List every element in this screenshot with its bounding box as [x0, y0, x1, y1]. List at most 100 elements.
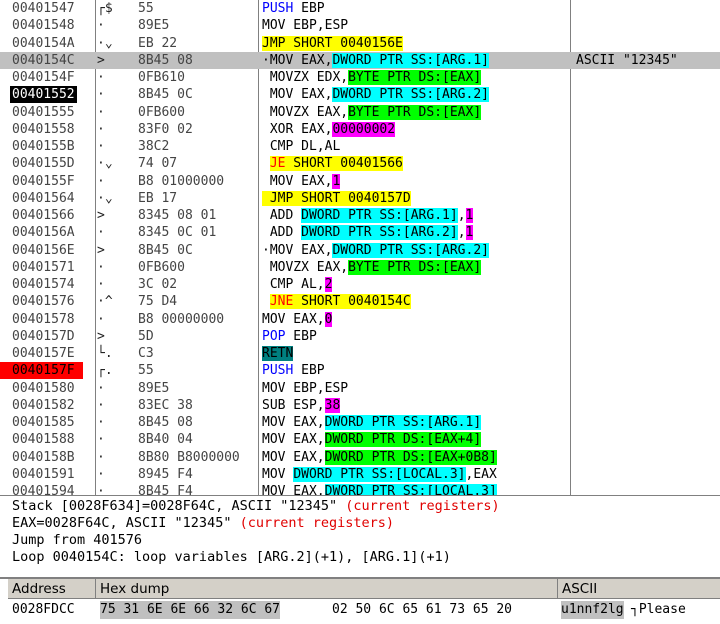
jump-path-marker: · — [97, 121, 105, 137]
disassembly-row[interactable]: 00401566 >8345 08 01 ADD DWORD PTR SS:[AR… — [0, 207, 720, 224]
instruction-address: 00401594 — [12, 484, 75, 495]
disassembly-row[interactable]: 00401558 · 83F0 02 XOR EAX,00000002 — [0, 121, 720, 138]
instruction-bytes: 75 D4 — [138, 294, 178, 310]
disassembly-row[interactable]: 00401547 ┌$ 55 PUSH EBP — [0, 0, 720, 17]
disassembly-row[interactable]: 0040156A · 8345 0C 01 ADD DWORD PTR SS:[AR… — [0, 224, 720, 241]
jump-path-marker: ·⌄ — [97, 156, 113, 172]
instruction-bytes: 8345 08 01 — [138, 208, 217, 223]
disassembly-row[interactable]: 00401555 · 0FB600 MOVZX EAX,BYTE PTR DS:[E… — [0, 104, 720, 121]
info-pane: Stack [0028F634]=0028F64C, ASCII "12345"… — [0, 495, 720, 576]
instruction-text: MOV EAX,1 — [262, 173, 341, 190]
disassembly-row[interactable]: 0040155F · B8 01000000 MOV EAX,1 — [0, 173, 720, 190]
jump-path-marker: · — [97, 432, 105, 448]
column-header-address[interactable]: Address — [8, 579, 96, 599]
column-header-hex-dump[interactable]: Hex dump — [96, 579, 558, 599]
disassembly-row[interactable]: 00401594 · 8B45 F4 MOV EAX,DWORD PTR SS:[LO… — [0, 483, 720, 495]
disassembly-row[interactable]: 0040154F · 0FB610 MOVZX EDX,BYTE PTR DS:[E… — [0, 69, 720, 86]
dump-row-ascii-selected[interactable]: u1nnf2lg — [561, 601, 624, 619]
instruction-address: 0040155B — [12, 139, 75, 154]
jump-path-marker: · — [97, 311, 105, 327]
disassembly-row[interactable]: 00401552 · 8B45 0C MOV EAX,DWORD PTR SS:[A… — [0, 86, 720, 104]
instruction-token: 1 — [465, 225, 474, 241]
instruction-address: 00401564 — [12, 190, 75, 206]
stack-info: Stack [0028F634]=0028F64C, ASCII "12345" — [12, 498, 338, 514]
instruction-bytes: 8B45 0C — [138, 242, 193, 258]
instruction-token: 1 — [465, 208, 474, 223]
instruction-address: 0040155F — [12, 173, 75, 189]
instruction-token — [262, 294, 270, 309]
dump-row-ascii[interactable]: ┐Please — [631, 601, 694, 619]
disassembly-row[interactable]: 00401591 · 8945 F4 MOV DWORD PTR SS:[LOCAL.… — [0, 466, 720, 483]
instruction-token: 38 — [324, 397, 341, 413]
disassembly-row[interactable]: 00401580 · 89E5 MOV EBP,ESP — [0, 380, 720, 397]
disassembly-row[interactable]: 00401548 · 89E5 MOV EBP,ESP — [0, 17, 720, 34]
instruction-token: ·MOV EAX, — [262, 52, 333, 68]
disassembly-row[interactable]: 00401571 · 0FB600 MOVZX EAX,BYTE PTR DS:[E… — [0, 259, 720, 276]
instruction-token: 2 — [324, 277, 333, 292]
instruction-address: 00401591 — [12, 466, 75, 482]
disassembly-row[interactable]: 00401564 ·⌄ EB 17 JMP SHORT 0040157D — [0, 190, 720, 207]
instruction-token: 1 — [332, 173, 341, 189]
instruction-token: DWORD PTR DS:[EAX+4] — [324, 432, 482, 448]
register-info: EAX=0028F64C, ASCII "12345" — [12, 515, 232, 531]
instruction-text: POP EBP — [262, 328, 317, 345]
jump-path-marker: · — [97, 277, 105, 292]
disassembly-row[interactable]: 0040158B · 8B80 B8000000 MOV EAX,DWORD PTR … — [0, 449, 720, 466]
jump-path-marker: > — [97, 242, 105, 258]
dump-row-address[interactable]: 0028FDCC — [12, 601, 75, 619]
disassembly-row[interactable]: 0040157F ┌. 55 PUSH EBP — [0, 362, 720, 380]
instruction-token: 0 — [324, 311, 333, 327]
disassembly-row[interactable]: 00401574 · 3C 02 CMP AL,2 — [0, 276, 720, 293]
instruction-token: DWORD PTR SS:[ARG.2] — [332, 242, 489, 258]
instruction-token: CMP AL, — [262, 277, 325, 292]
instruction-bytes: 8945 F4 — [138, 466, 193, 482]
instruction-address: 0040156E — [12, 242, 75, 258]
instruction-token: SUB ESP, — [262, 397, 325, 413]
instruction-bytes: 0FB600 — [138, 259, 185, 275]
disassembly-row[interactable]: 0040155B · 38C2 CMP DL,AL — [0, 138, 720, 155]
hex-dump-pane[interactable]: Address Hex dump ASCII 0028FDCC 75 31 6E… — [0, 577, 720, 624]
disassembly-row[interactable]: 00401578 · B8 00000000 MOV EAX,0 — [0, 311, 720, 328]
jump-path-marker: · — [97, 380, 105, 396]
stack-info-note: (current registers) — [345, 498, 500, 514]
disassembly-row[interactable]: 0040156E >8B45 0C ·MOV EAX,DWORD PTR SS:[A… — [0, 242, 720, 259]
instruction-address: 0040154C — [12, 52, 75, 68]
jump-path-marker: > — [97, 208, 105, 223]
instruction-bytes: B8 00000000 — [138, 311, 225, 327]
jump-path-marker: ·⌄ — [97, 35, 113, 51]
instruction-address: 00401574 — [12, 277, 75, 292]
instruction-address: 0040157F — [0, 362, 83, 380]
disassembly-row[interactable]: 0040155D ·⌄ 74 07 JE SHORT 00401566 — [0, 155, 720, 172]
disassembly-pane[interactable]: 00401547 ┌$ 55 PUSH EBP 00401548 · 89E5 MOV EBP… — [0, 0, 720, 495]
instruction-bytes: 89E5 — [138, 18, 170, 34]
disassembly-row[interactable]: 0040154C >8B45 08 ·MOV EAX,DWORD PTR SS:[A… — [0, 51, 720, 69]
instruction-token: DWORD PTR SS:[ARG.1] — [324, 415, 482, 430]
disassembly-row[interactable]: 00401576 ·^ 75 D4 JNE SHORT 0040154C — [0, 293, 720, 310]
disassembly-row[interactable]: 00401582 · 83EC 38 SUB ESP,38 — [0, 397, 720, 414]
jump-path-marker: · — [97, 173, 105, 189]
jump-info: Jump from 401576 — [12, 532, 143, 548]
instruction-bytes: 55 — [138, 1, 154, 16]
instruction-token: MOVZX EAX, — [262, 104, 349, 120]
dump-row-hex[interactable]: 02 50 6C 65 61 73 65 20 — [332, 601, 512, 619]
instruction-text: MOV EAX,DWORD PTR DS:[EAX+4] — [262, 431, 482, 448]
disassembly-row[interactable]: 0040154A ·⌄ EB 22 JMP SHORT 0040156E — [0, 35, 720, 52]
jump-path-marker: · — [97, 18, 105, 34]
instruction-token: MOV EAX, — [262, 432, 325, 448]
disassembly-row[interactable]: 00401585 · 8B45 08 MOV EAX,DWORD PTR SS:[AR… — [0, 414, 720, 431]
instruction-token: EBP — [293, 1, 325, 16]
disassembly-row[interactable]: 0040157D >5D POP EBP — [0, 328, 720, 345]
column-header-ascii[interactable]: ASCII — [558, 579, 720, 599]
instruction-token: EBP — [285, 328, 317, 344]
instruction-address: 00401552 — [10, 86, 77, 104]
disassembly-row[interactable]: 0040157E └. C3 RETN — [0, 345, 720, 362]
jump-path-marker: > — [97, 52, 105, 68]
instruction-token: DWORD PTR SS:[ARG.2] — [301, 225, 458, 241]
disassembly-row[interactable]: 00401588 · 8B40 04 MOV EAX,DWORD PTR DS:[EA… — [0, 431, 720, 448]
instruction-token: EBP — [293, 363, 325, 379]
instruction-token: JMP SHORT 0040157D — [262, 190, 411, 206]
instruction-text: MOV EBP,ESP — [262, 380, 348, 397]
instruction-token: , — [457, 225, 466, 241]
dump-row-hex-selected[interactable]: 75 31 6E 6E 66 32 6C 67 — [100, 601, 281, 619]
instruction-bytes: 3C 02 — [138, 277, 178, 292]
